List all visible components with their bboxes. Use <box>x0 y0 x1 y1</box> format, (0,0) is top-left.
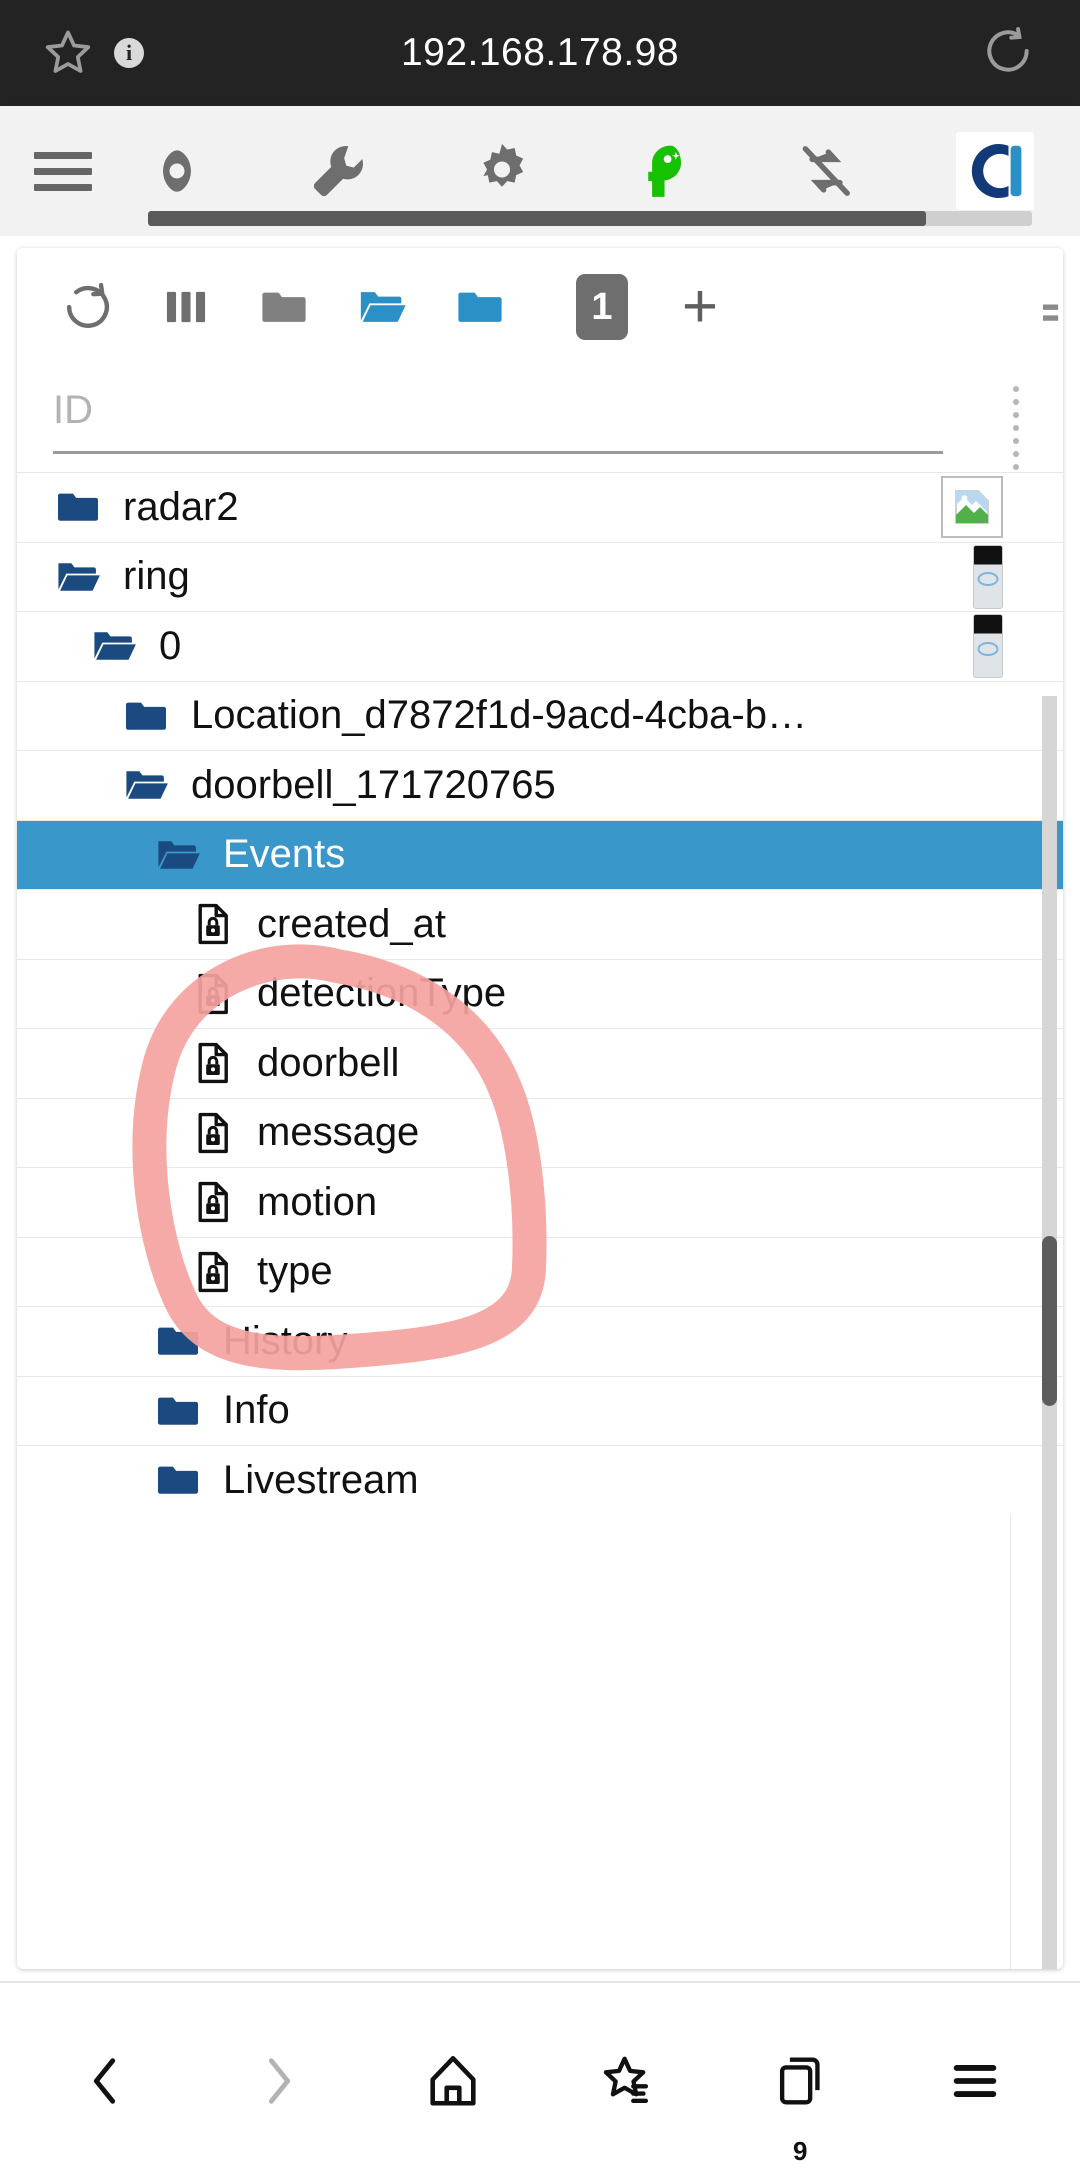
scrollbar-thumb[interactable] <box>1042 1236 1057 1406</box>
database-browser-card: 1 + ID radar2 ring 0 Location_d7872f1d-9… <box>17 248 1063 1969</box>
ci-logo-icon[interactable] <box>943 132 1035 210</box>
folder-closed-icon <box>153 1386 203 1436</box>
tree-row-label: created_at <box>257 901 447 946</box>
table-row[interactable]: created_at <box>17 889 1063 959</box>
folder-open-blue-icon[interactable] <box>333 280 431 334</box>
tree-list[interactable]: radar2 ring 0 Location_d7872f1d-9acd-4cb… <box>17 472 1063 1969</box>
eye-icon[interactable] <box>131 140 223 202</box>
browser-bottom-nav: 9 <box>0 1981 1080 2178</box>
folder-open-icon <box>153 830 203 880</box>
column-resize-handle[interactable] <box>1013 386 1019 483</box>
broken-image-icon <box>941 476 1003 539</box>
tree-row-label: Info <box>223 1388 290 1433</box>
wrench-icon[interactable] <box>293 140 385 202</box>
home-icon[interactable] <box>393 2052 513 2110</box>
table-row[interactable]: ring <box>17 541 1063 611</box>
sync-disabled-icon[interactable] <box>780 140 872 202</box>
table-row[interactable]: message <box>17 1097 1063 1167</box>
search-input[interactable] <box>53 388 943 433</box>
tree-row-label: History <box>223 1318 348 1363</box>
page-load-progress <box>148 211 1032 226</box>
row-thumbnail <box>973 614 1003 679</box>
folder-closed-icon <box>153 1316 203 1366</box>
folder-closed-icon <box>53 482 103 532</box>
table-row[interactable]: detectionType <box>17 958 1063 1028</box>
file-lock-icon <box>189 970 237 1018</box>
depth-badge-value: 1 <box>576 274 628 340</box>
bookmarks-icon[interactable] <box>567 2052 687 2110</box>
table-row-selected[interactable]: Events <box>17 819 1063 889</box>
file-lock-icon <box>189 1039 237 1087</box>
table-row[interactable]: History <box>17 1306 1063 1376</box>
tree-row-label: Location_d7872f1d-9acd-4cba-b… <box>191 693 807 738</box>
browser-url-bar: i 192.168.178.98 <box>0 0 1080 106</box>
folder-open-icon <box>89 621 139 671</box>
add-icon-label: + <box>681 272 719 341</box>
search-input-wrap <box>53 388 943 454</box>
tree-row-label: message <box>257 1110 420 1155</box>
tree-row-label: motion <box>257 1179 378 1224</box>
overflow-cut-icon[interactable] <box>1043 294 1063 328</box>
refresh-icon[interactable] <box>39 278 137 336</box>
row-thumbnail <box>973 544 1003 609</box>
folder-closed-blue-icon[interactable] <box>431 280 529 334</box>
tree-row-label: type <box>257 1249 333 1294</box>
folder-open-icon <box>121 760 171 810</box>
file-lock-icon <box>189 1178 237 1226</box>
table-row[interactable]: Location_d7872f1d-9acd-4cba-b… <box>17 680 1063 750</box>
tab-count-label: 9 <box>793 2135 808 2166</box>
extension-toolbar <box>0 106 1080 236</box>
page-content: 1 + ID radar2 ring 0 Location_d7872f1d-9… <box>0 236 1080 1981</box>
depth-badge[interactable]: 1 <box>553 274 651 340</box>
table-row[interactable]: doorbell_171720765 <box>17 750 1063 820</box>
table-row[interactable]: doorbell <box>17 1028 1063 1098</box>
columns-icon[interactable] <box>137 281 235 333</box>
table-row[interactable]: Info <box>17 1375 1063 1445</box>
table-row[interactable]: 0 <box>17 611 1063 681</box>
folder-closed-icon <box>121 691 171 741</box>
tree-row-label: Events <box>223 832 346 877</box>
folder-open-icon <box>53 552 103 602</box>
tree-row-label: 0 <box>159 623 182 668</box>
menu-icon[interactable] <box>915 2052 1035 2110</box>
folder-closed-icon <box>153 1455 203 1505</box>
url-text[interactable]: 192.168.178.98 <box>0 31 1080 75</box>
ring-doorbell-thumbnail <box>973 544 1003 609</box>
back-icon[interactable] <box>45 2052 165 2110</box>
file-lock-icon <box>189 1109 237 1157</box>
table-row[interactable]: Livestream <box>17 1445 1063 1515</box>
file-lock-icon <box>189 1248 237 1296</box>
row-thumbnail <box>941 476 1003 539</box>
add-icon[interactable]: + <box>651 276 749 338</box>
forward-icon <box>219 2052 339 2110</box>
id-search-row <box>17 366 1063 483</box>
hamburger-menu-icon[interactable] <box>0 143 96 200</box>
gear-icon[interactable] <box>456 140 548 202</box>
tree-row-label: radar2 <box>123 484 239 529</box>
table-row[interactable]: radar2 <box>17 472 1063 542</box>
vertical-scrollbar[interactable] <box>1042 696 1057 1969</box>
tabs-icon[interactable]: 9 <box>741 2052 861 2166</box>
ring-doorbell-thumbnail <box>973 614 1003 679</box>
tree-row-label: doorbell_171720765 <box>191 762 556 807</box>
folder-closed-gray-icon[interactable] <box>235 280 333 334</box>
head-plus-icon[interactable] <box>618 140 710 202</box>
file-lock-icon <box>189 900 237 948</box>
table-row[interactable]: motion <box>17 1167 1063 1237</box>
card-toolbar: 1 + <box>17 248 1063 366</box>
tree-row-label: Livestream <box>223 1457 419 1502</box>
table-row[interactable]: type <box>17 1236 1063 1306</box>
tree-row-label: ring <box>123 554 190 599</box>
tree-row-label: doorbell <box>257 1040 400 1085</box>
tree-row-label: detectionType <box>257 971 507 1016</box>
